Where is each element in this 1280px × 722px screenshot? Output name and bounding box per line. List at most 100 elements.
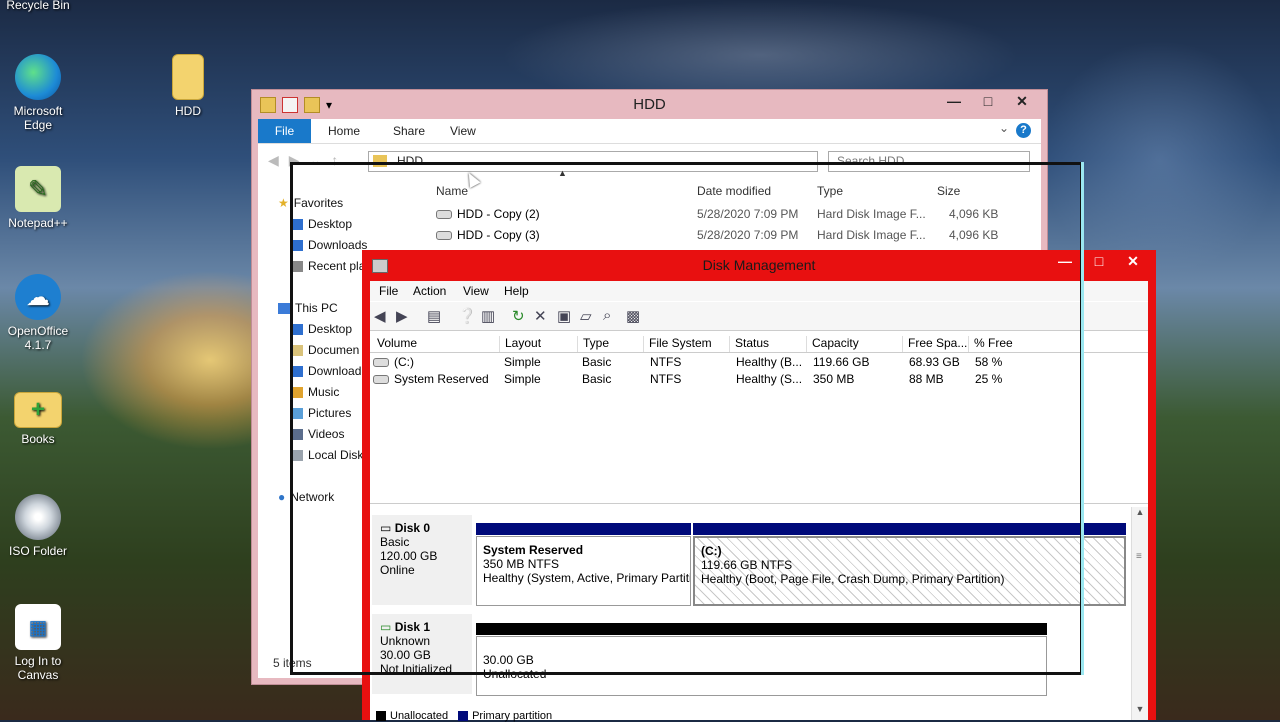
desktop-icon (291, 218, 303, 230)
console-tree-icon[interactable]: ▤ (427, 307, 441, 325)
desktop-icon-label: HDD (175, 104, 201, 118)
delete-icon[interactable]: ✕ (534, 307, 547, 325)
properties-icon[interactable]: ▣ (557, 307, 571, 325)
desktop-icon-canvas[interactable]: ▦ Log In to Canvas (0, 604, 76, 682)
desktop-icon-notepad[interactable]: ✎ Notepad++ (0, 166, 76, 230)
nav-arrows[interactable]: ◀▶⌄↑ (268, 152, 348, 169)
sort-arrow-icon: ▲ (558, 168, 567, 178)
desktop-icon-edge[interactable]: Microsoft Edge (0, 54, 76, 132)
action-pane-icon[interactable]: ▥ (481, 307, 495, 325)
nav-item-recent[interactable]: Recent pla (291, 259, 365, 273)
tab-share[interactable]: Share (393, 119, 425, 143)
explorer-title: HDD (633, 96, 666, 113)
nav-this-pc[interactable]: This PC (278, 301, 338, 315)
nav-item-desktop[interactable]: Desktop (291, 217, 352, 231)
refresh-icon[interactable]: ↻ (512, 307, 525, 325)
videos-icon (291, 428, 303, 440)
desktop-icon-label: OpenOffice 4.1.7 (7, 324, 69, 352)
nav-item-videos[interactable]: Videos (291, 427, 344, 441)
nav-favorites[interactable]: ★ Favorites (278, 196, 343, 210)
desktop-icon-recycle-bin[interactable]: Recycle Bin (0, 0, 76, 12)
nav-item-documents[interactable]: Documen (291, 343, 359, 357)
partition-unallocated[interactable]: 30.00 GB Unallocated (476, 636, 1047, 696)
column-type[interactable]: Type (577, 336, 643, 352)
nav-item-pc-desktop[interactable]: Desktop (291, 322, 352, 336)
close-button[interactable]: ✕ (1116, 250, 1150, 272)
scroll-grip-icon[interactable]: ≡ (1136, 551, 1142, 562)
tab-view[interactable]: View (450, 119, 476, 143)
desktop-icon-hdd[interactable]: HDD (150, 54, 226, 118)
desktop-icon (291, 323, 303, 335)
desktop-icon-label: Microsoft Edge (13, 104, 63, 132)
column-percent-free[interactable]: % Free (968, 336, 1058, 352)
minimize-button[interactable]: — (1048, 250, 1082, 272)
nav-item-pc-downloads[interactable]: Download (291, 364, 361, 378)
desktop-icon-label: ISO Folder (8, 544, 68, 558)
column-volume[interactable]: Volume (372, 336, 497, 352)
disk-management-title: Disk Management (702, 257, 816, 273)
help-icon[interactable]: ? (1016, 123, 1031, 138)
computer-icon (278, 302, 290, 314)
downloads-icon (291, 239, 303, 251)
column-status[interactable]: Status (729, 336, 805, 352)
nav-item-downloads[interactable]: Downloads (291, 238, 367, 252)
documents-icon (291, 344, 303, 356)
menu-action[interactable]: Action (413, 284, 446, 298)
menu-file[interactable]: File (379, 284, 398, 298)
disk-0-label[interactable]: ▭ Disk 0 Basic 120.00 GB Online (372, 515, 472, 605)
tab-file[interactable]: File (258, 119, 311, 143)
column-capacity[interactable]: Capacity (806, 336, 900, 352)
desktop-icon-iso-folder[interactable]: ISO Folder (0, 494, 76, 558)
menu-help[interactable]: Help (504, 284, 529, 298)
edge-icon (15, 54, 61, 100)
back-icon[interactable]: ◀ (374, 307, 386, 325)
search-icon[interactable]: ⌕ (603, 307, 611, 324)
desktop-icon-books[interactable]: + Books (0, 392, 76, 446)
drive-icon: ▭ (380, 620, 392, 634)
explorer-titlebar[interactable]: ▾ HDD — □ ✕ (252, 90, 1047, 120)
column-layout[interactable]: Layout (499, 336, 575, 352)
cloud (1040, 40, 1280, 280)
tab-home[interactable]: Home (328, 119, 360, 143)
column-size[interactable]: Size (937, 184, 960, 198)
minimize-button[interactable]: — (937, 90, 971, 112)
graph-scrollbar[interactable]: ▲ ≡ ▼ (1131, 507, 1148, 720)
nav-network[interactable]: ● Network (278, 490, 334, 504)
settings-icon[interactable]: ▩ (626, 307, 640, 325)
file-row[interactable]: HDD - Copy (2) 5/28/2020 7:09 PM Hard Di… (428, 204, 1041, 224)
desktop-icon-label: Books (21, 432, 55, 446)
close-button[interactable]: ✕ (1005, 90, 1039, 112)
column-date-modified[interactable]: Date modified (697, 184, 771, 198)
disk-1-label[interactable]: ▭ Disk 1 Unknown 30.00 GB Not Initialize… (372, 614, 472, 694)
volume-row[interactable]: System Reserved Simple Basic NTFS Health… (370, 370, 1148, 387)
desktop-icon-label: Log In to Canvas (14, 654, 62, 682)
search-input[interactable]: Search HDD (828, 151, 1030, 172)
partition-bar-primary (476, 523, 691, 535)
desktop-icon-openoffice[interactable]: ☁ OpenOffice 4.1.7 (0, 274, 76, 352)
partition-system-reserved[interactable]: System Reserved 350 MB NTFS Healthy (Sys… (476, 536, 691, 606)
nav-item-music[interactable]: Music (291, 385, 339, 399)
forward-icon[interactable]: ▶ (396, 307, 408, 325)
maximize-button[interactable]: □ (1082, 250, 1116, 272)
status-item-count: 5 items (273, 656, 312, 670)
column-name[interactable]: Name (436, 184, 468, 198)
scroll-down-icon[interactable]: ▼ (1132, 704, 1148, 720)
file-row[interactable]: HDD - Copy (3) 5/28/2020 7:09 PM Hard Di… (428, 225, 1041, 245)
volume-row[interactable]: (C:) Simple Basic NTFS Healthy (B... 119… (370, 353, 1148, 370)
menu-view[interactable]: View (463, 284, 489, 298)
disk-management-content: File Action View Help ◀ ▶ ▤ ❔ ▥ ↻ ✕ ▣ ▱ … (370, 281, 1148, 722)
maximize-button[interactable]: □ (971, 90, 1005, 112)
open-icon[interactable]: ▱ (580, 307, 592, 325)
scroll-up-icon[interactable]: ▲ (1132, 507, 1148, 523)
disk-management-window: Disk Management — □ ✕ File Action View H… (362, 250, 1156, 722)
nav-item-local-disk[interactable]: Local Disk (291, 448, 363, 462)
drive-icon (373, 358, 389, 368)
partition-c-drive[interactable]: (C:) 119.66 GB NTFS Healthy (Boot, Page … (693, 536, 1126, 606)
column-free-space[interactable]: Free Spa... (902, 336, 968, 352)
address-bar[interactable]: HDD (368, 151, 818, 172)
column-file-system[interactable]: File System (643, 336, 729, 352)
column-type[interactable]: Type (817, 184, 843, 198)
help-icon[interactable]: ❔ (458, 307, 477, 325)
nav-item-pictures[interactable]: Pictures (291, 406, 351, 420)
chevron-down-icon[interactable]: ⌄ (999, 121, 1009, 135)
